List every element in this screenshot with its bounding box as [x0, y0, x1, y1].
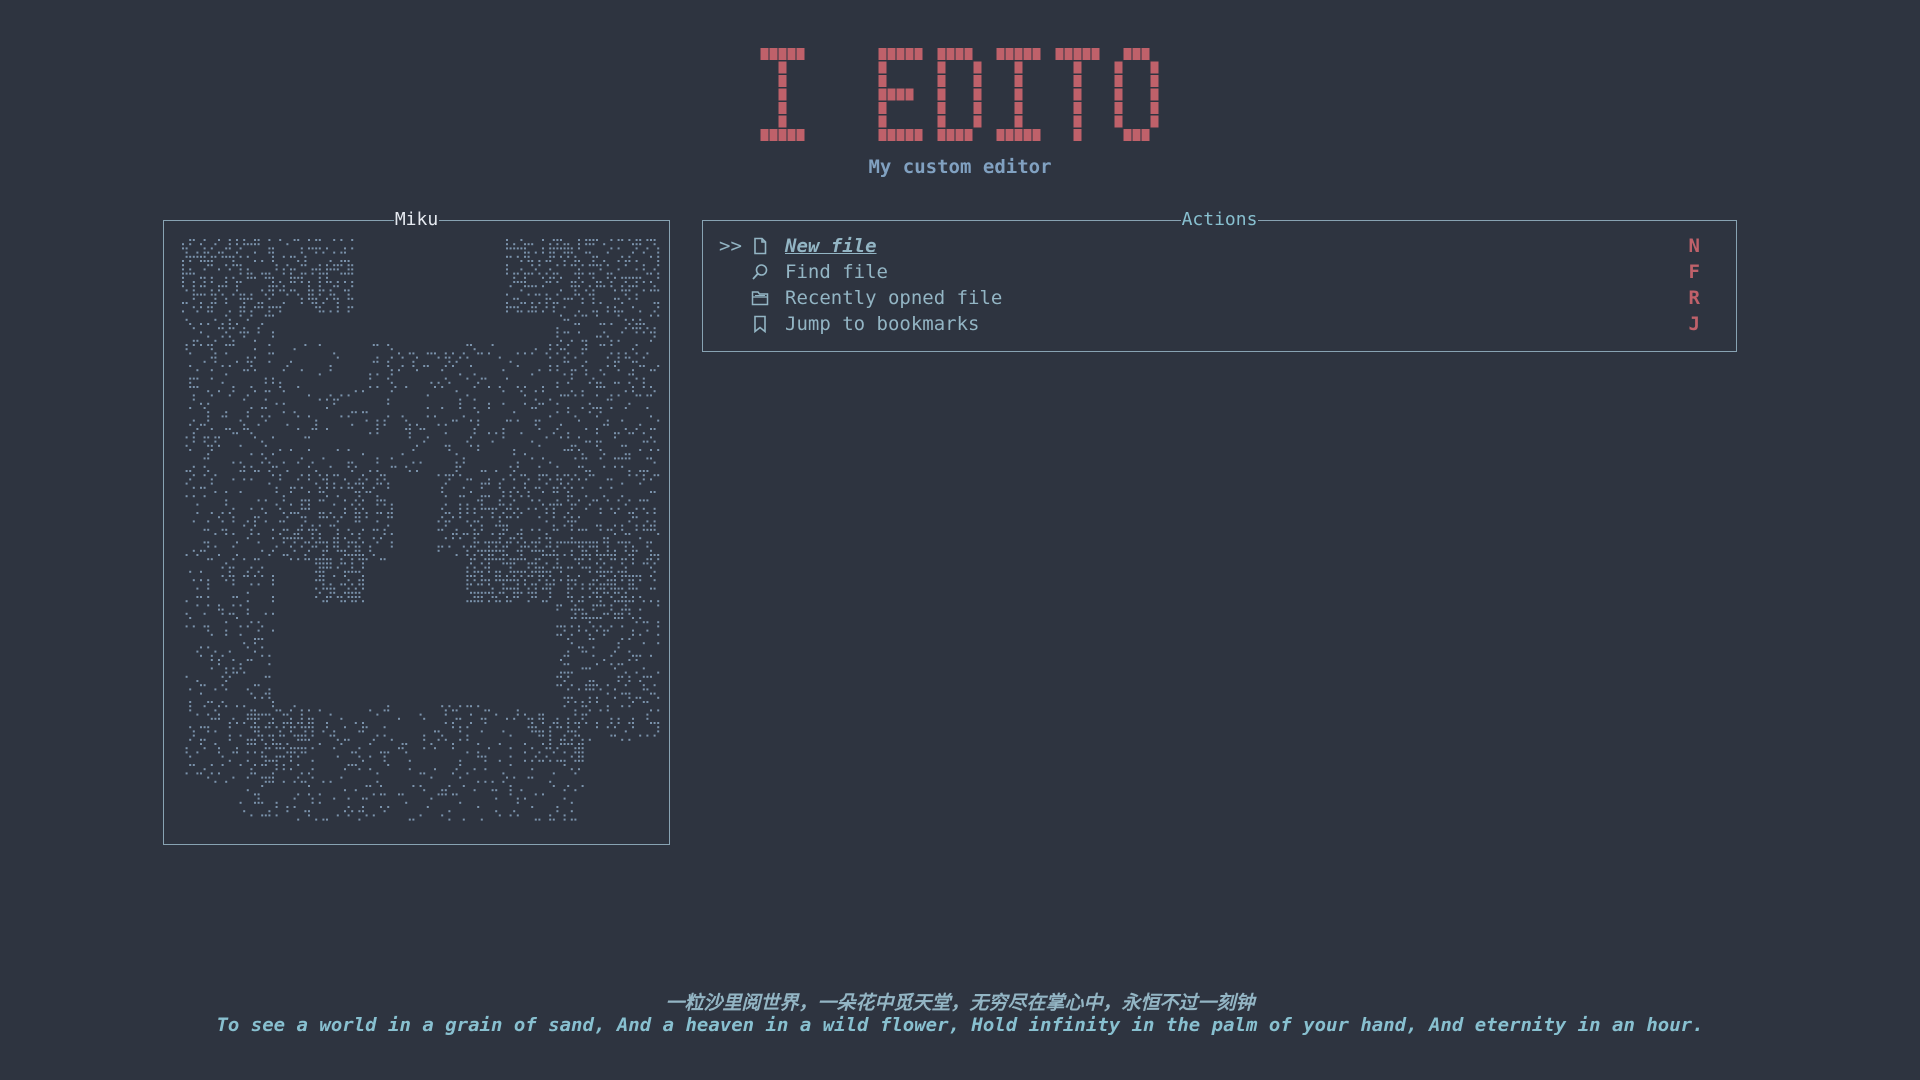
- action-shortcut-key: N: [1688, 235, 1700, 257]
- actions-panel: Actions >> New file N Find file F Recent…: [702, 209, 1737, 352]
- selection-cursor: >>: [719, 235, 742, 257]
- dashboard-screen: My custom editor Miku Actions >> New fil…: [0, 0, 1920, 1080]
- miku-ascii-art: [182, 239, 660, 821]
- action-label: Find file: [785, 261, 888, 283]
- actions-panel-title: Actions: [1180, 209, 1259, 230]
- editor-subtitle: My custom editor: [868, 156, 1052, 178]
- bookmark-icon: [754, 315, 766, 333]
- action-recent-files[interactable]: Recently opned file R: [703, 285, 1736, 311]
- miku-art-panel: Miku: [163, 209, 670, 845]
- action-label: New file: [785, 235, 877, 257]
- quote-chinese: 一粒沙里阅世界，一朵花中觅天堂，无穷尽在掌心中，永恒不过一刻钟: [665, 992, 1255, 1014]
- action-bookmarks[interactable]: Jump to bookmarks J: [703, 311, 1736, 337]
- action-label: Jump to bookmarks: [785, 313, 980, 335]
- action-shortcut-key: J: [1688, 313, 1700, 335]
- editor-logo: [0, 40, 1920, 150]
- action-label: Recently opned file: [785, 287, 1003, 309]
- action-shortcut-key: R: [1688, 287, 1700, 309]
- action-shortcut-key: F: [1688, 261, 1700, 283]
- editor-logo-text: [760, 48, 1159, 141]
- quote-english: To see a world in a grain of sand, And a…: [216, 1014, 1704, 1036]
- file-icon: [754, 237, 767, 255]
- folder-icon: [751, 291, 769, 306]
- action-find-file[interactable]: Find file F: [703, 259, 1736, 285]
- action-new-file[interactable]: >> New file N: [703, 233, 1736, 259]
- search-icon: [752, 264, 768, 280]
